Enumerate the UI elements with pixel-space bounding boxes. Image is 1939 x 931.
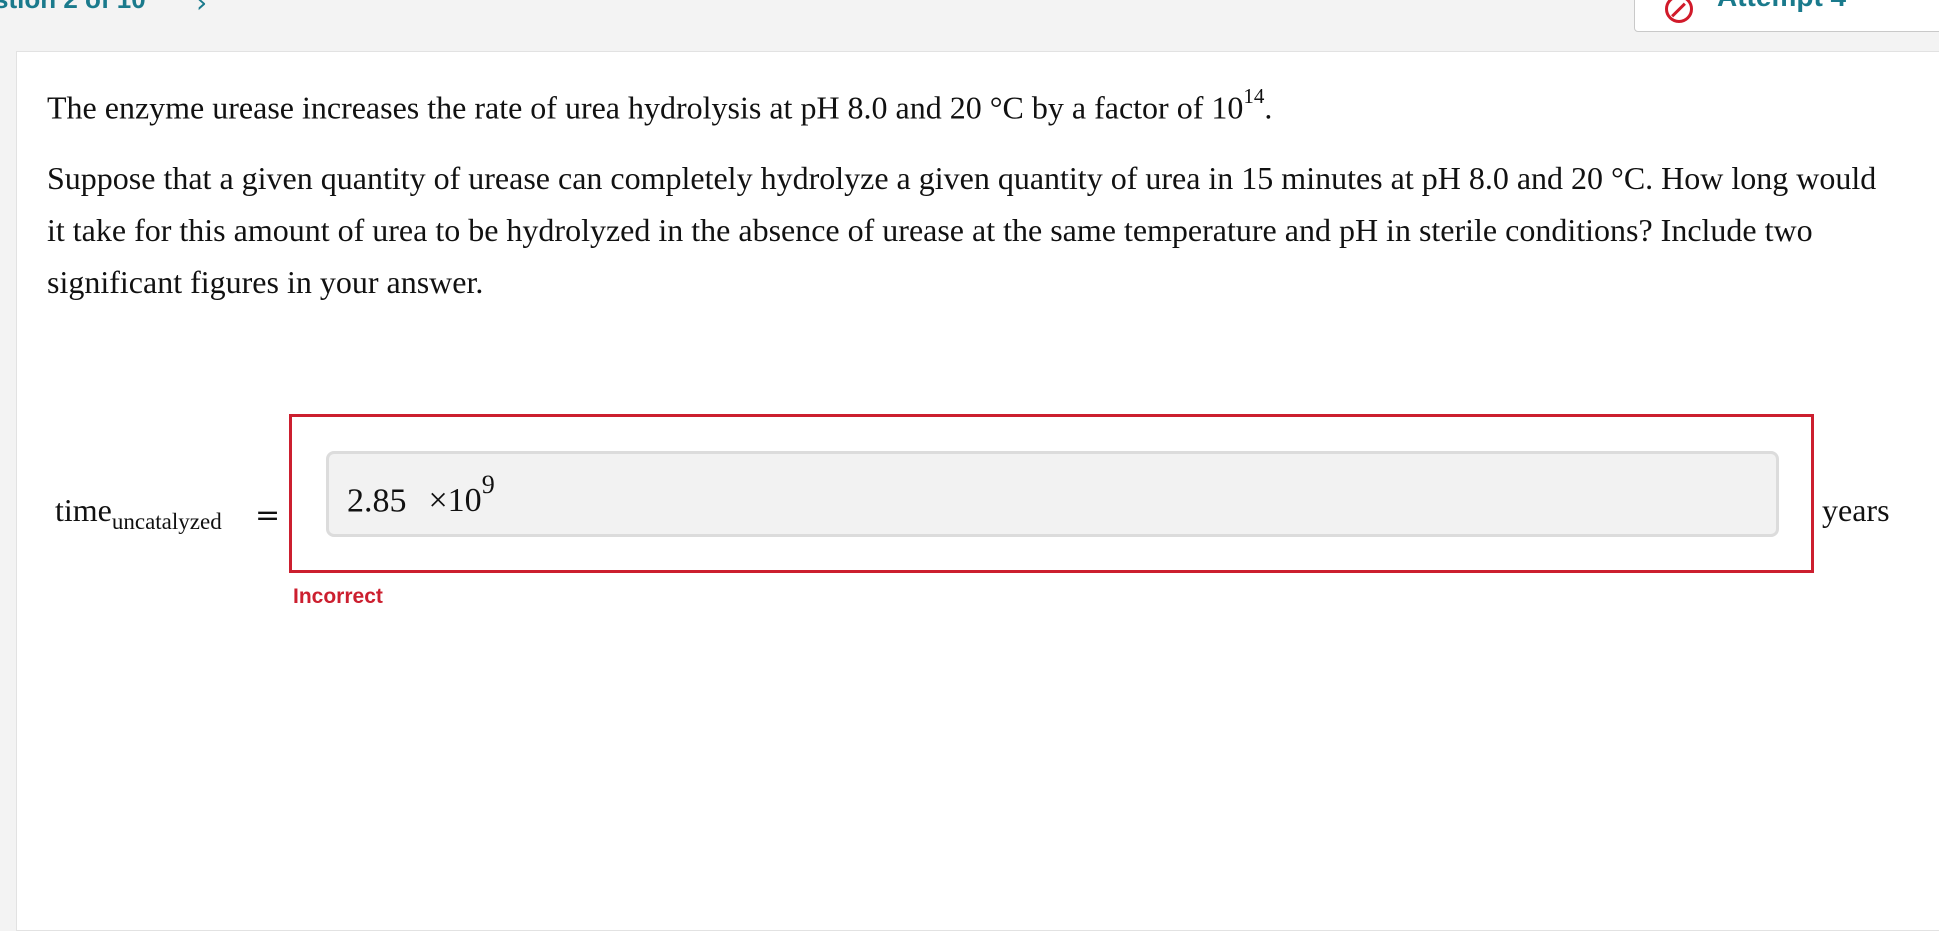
question-exponent: 14 <box>1243 84 1265 108</box>
answer-error-frame: 2.85 ×109 <box>289 414 1814 573</box>
question-nav-label[interactable]: stion 2 of 10 <box>0 0 146 15</box>
answer-input[interactable]: 2.85 ×109 <box>326 451 1779 537</box>
feedback-incorrect: Incorrect <box>293 585 383 608</box>
question-text-1: The enzyme urease increases the rate of … <box>47 89 1244 126</box>
equals-sign: = <box>255 498 281 533</box>
question-paragraph-1: The enzyme urease increases the rate of … <box>47 74 1887 134</box>
top-bar: stion 2 of 10 › Attempt 4 ⌄ <box>0 0 1939 50</box>
question-card: The enzyme urease increases the rate of … <box>16 51 1939 931</box>
question-text-1-end: . <box>1264 89 1273 126</box>
question-prompt: The enzyme urease increases the rate of … <box>47 74 1887 308</box>
answer-value: 2.85 <box>347 482 407 520</box>
answer-label-main: time <box>55 492 112 528</box>
answer-times-ten: ×10 <box>428 482 482 520</box>
chevron-right-icon[interactable]: › <box>196 0 207 19</box>
answer-label-subscript: uncatalyzed <box>111 509 222 534</box>
question-paragraph-2: Suppose that a given quantity of urease … <box>47 159 1877 300</box>
chevron-down-icon: ⌄ <box>1899 0 1919 5</box>
attempt-dropdown-button[interactable]: Attempt 4 ⌄ <box>1634 0 1939 32</box>
prohibited-icon <box>1665 0 1693 23</box>
answer-units: years <box>1822 492 1890 528</box>
attempt-label: Attempt 4 <box>1717 0 1846 13</box>
answer-variable-label: timeuncatalyzed <box>55 492 222 534</box>
answer-exponent: 9 <box>481 470 495 499</box>
